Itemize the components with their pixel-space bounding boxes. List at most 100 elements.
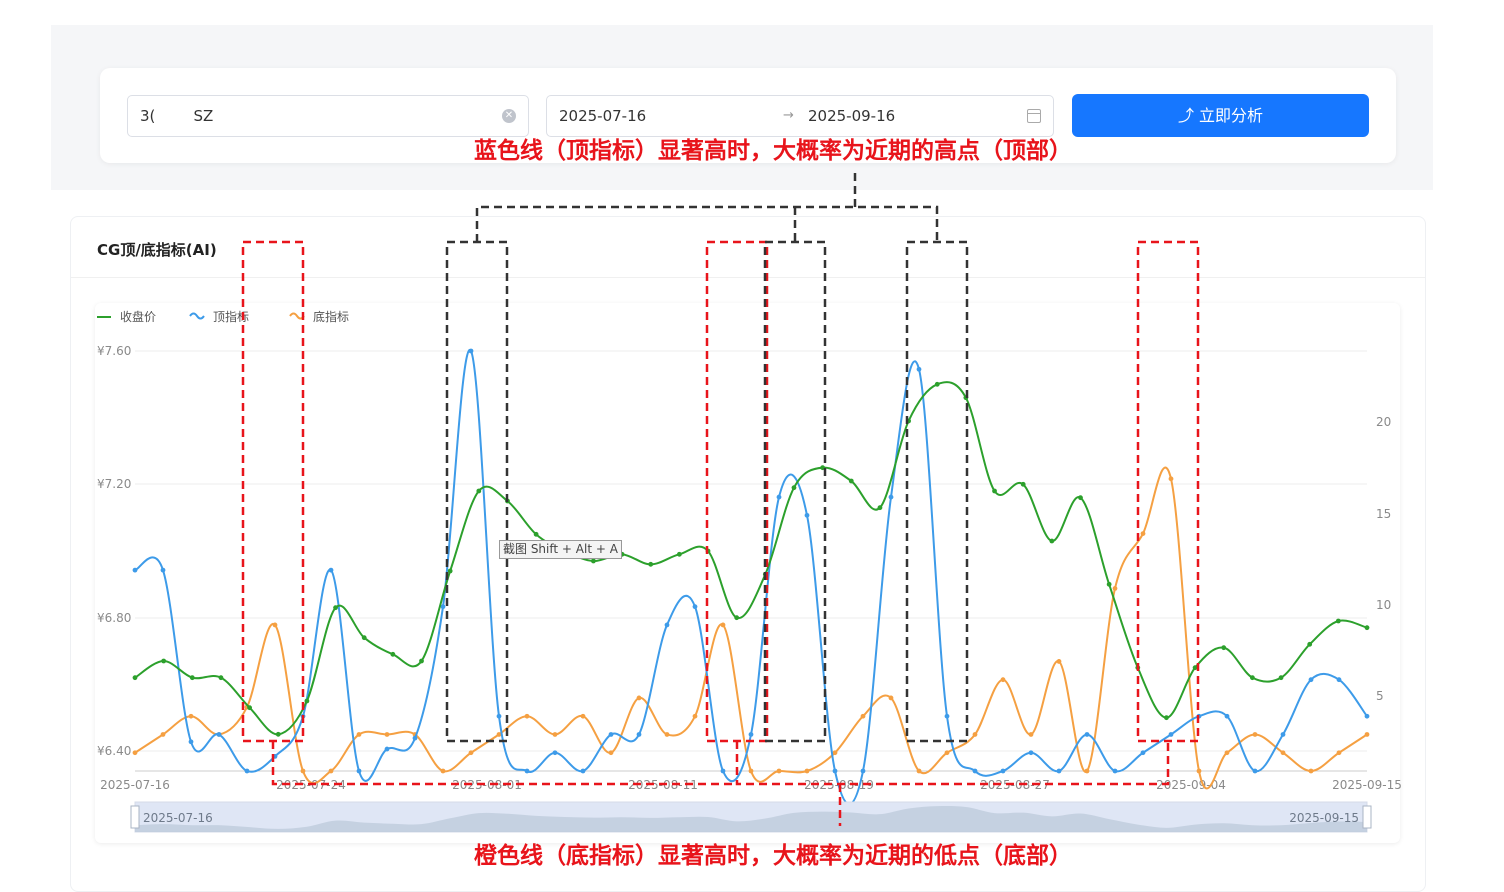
close-price-point [734,615,740,621]
bottom-indicator-point [860,713,866,719]
close-price-point [934,381,940,387]
x-tick-label: 2025-07-16 [100,778,170,792]
bottom-indicator-point [1000,677,1006,683]
bottom-indicator-point [468,750,474,756]
top-indicator-point [776,494,782,500]
bottom-indicator-point [608,750,614,756]
close-price-point [275,731,281,737]
close-price-point [247,705,253,711]
close-price-point [1020,481,1026,487]
y-right-tick-label: 20 [1376,415,1391,429]
bottom-indicator-point [1140,531,1146,537]
x-tick-label: 2025-08-01 [452,778,522,792]
bottom-indicator-point [636,695,642,701]
datazoom-handle-left [130,805,140,829]
bottom-indicator-point [300,768,306,774]
top-indicator-point [1224,713,1230,719]
top-indicator-point [860,768,866,774]
close-price-point [533,531,539,537]
top-indicator-point [1084,732,1090,737]
top-indicator-point [944,713,950,719]
top-indicator-point [1112,768,1118,774]
bottom-indicator-point [748,768,754,774]
close-price-point [1164,715,1169,721]
close-price-point [877,505,883,511]
bottom-indicator-point [1112,585,1118,591]
close-price-point [1049,538,1055,544]
bottom-indicator-point [188,713,194,719]
bottom-indicator-point [888,695,894,701]
bottom-indicator-point [580,713,586,719]
bottom-indicator-point [720,622,726,628]
bottom-indicator-point [1364,732,1370,737]
bottom-indicator-point [944,750,950,756]
close-price-point [1335,618,1341,624]
top-indicator-point [524,768,530,774]
bottom-indicator-point [356,732,362,737]
top-indicator-point [1140,750,1146,756]
datazoom-start-label: 2025-07-16 [143,811,213,825]
close-price-point [476,488,482,494]
legend-label: 收盘价 [120,309,156,324]
top-indicator-point [1252,768,1258,774]
top-indicator-point [720,768,726,774]
bottom-peak-highlight-box [705,240,769,743]
bottom-indicator-point [524,713,530,719]
top-indicator-point [1336,677,1342,683]
close-price-point [304,698,310,704]
datazoom-end-label: 2025-09-15 [1289,811,1359,825]
top-indicator-point [1000,768,1006,774]
close-price-point [218,675,224,681]
y-left-tick-label: ¥7.60 [97,344,131,358]
top-indicator-point [1056,768,1062,774]
top-indicator-point [412,735,418,741]
top-indicator-point [496,713,502,719]
bottom-indicator-point [384,732,390,737]
close-price-point [791,485,797,491]
top-peak-highlight-box [763,240,827,743]
top-indicator-point [748,732,754,737]
close-price-point [447,568,453,574]
top-indicator-point [552,750,558,756]
top-indicator-point [244,768,250,774]
bottom-indicator-point [552,732,558,737]
bottom-indicator-point [1196,768,1202,774]
bottom-indicator-point [1224,750,1230,756]
close-price-point [333,605,338,611]
close-price-point [648,561,654,567]
datazoom-handle-right [1362,805,1372,829]
close-price-point [1078,495,1083,501]
top-annotation: 蓝色线（顶指标）显著高时，大概率为近期的高点（顶部） [474,138,1072,164]
bottom-indicator-point [272,622,278,628]
close-price-point [419,658,424,664]
top-indicator-point [132,567,138,573]
top-indicator-point [636,732,642,737]
close-price-point [1307,641,1313,647]
bottom-indicator-point [1280,750,1286,756]
bottom-indicator-point [972,732,978,737]
screenshot-tooltip: 截图 Shift + Alt + A [499,540,622,559]
top-indicator-point [1280,732,1286,737]
top-indicator-point [1168,732,1174,737]
top-indicator-point [1308,677,1314,683]
close-price-point [1221,645,1227,651]
top-annotation-connector [475,170,939,242]
bottom-indicator-point [1168,476,1174,482]
close-price-point [676,551,682,557]
y-right-tick-label: 10 [1376,598,1391,612]
top-indicator-point [888,494,894,500]
top-indicator-point [580,768,586,774]
bottom-annotation: 橙色线（底指标）显著高时，大概率为近期的低点（底部） [474,843,1072,869]
top-indicator-point [1028,750,1034,756]
bottom-indicator-point [1336,750,1342,756]
close-price-point [591,558,596,564]
top-indicator-point [188,739,194,745]
y-left-tick-label: ¥6.40 [97,744,131,758]
top-indicator-point [692,604,698,610]
top-indicator-point [216,732,222,737]
close-price-point [1278,675,1284,681]
bottom-indicator-point [1308,768,1314,774]
legend-swatch [189,312,205,320]
y-right-tick-label: 15 [1376,507,1391,521]
top-indicator-point [384,746,390,752]
